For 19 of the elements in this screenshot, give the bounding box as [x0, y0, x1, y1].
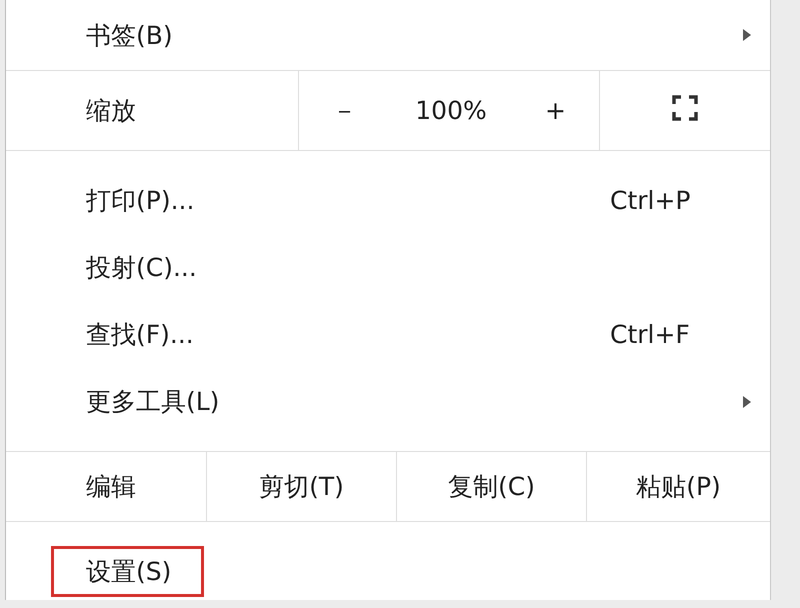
- menu-item[interactable]: 更多工具(L): [86, 379, 220, 424]
- menu-item[interactable]: 投射(C)...: [86, 245, 197, 290]
- zoom-level-text: 100%: [415, 96, 487, 125]
- submenu-arrow-icon: [742, 28, 752, 42]
- zoom-in-button[interactable]: +: [536, 92, 574, 129]
- menu-item[interactable]: 查找(F)...: [86, 312, 194, 357]
- shortcut-text: Ctrl+P: [610, 186, 692, 215]
- submenu-arrow-icon: [742, 394, 752, 408]
- edit-action-button[interactable]: 粘贴(P): [628, 466, 729, 507]
- zoom-out-button[interactable]: －: [324, 90, 366, 131]
- fullscreen-icon: [672, 94, 698, 120]
- edit-action-button[interactable]: 复制(C): [440, 466, 543, 507]
- menu-item[interactable]: 书签(B): [86, 12, 173, 58]
- highlighted-menu-item[interactable]: 设置(S): [51, 546, 204, 597]
- shortcut-text: Ctrl+F: [610, 320, 691, 349]
- edit-action-button[interactable]: 剪切(T): [251, 466, 352, 507]
- menu-item[interactable]: 打印(P)...: [86, 178, 194, 223]
- zoom-label: 缩放: [85, 95, 137, 127]
- edit-label: 编辑: [85, 471, 137, 503]
